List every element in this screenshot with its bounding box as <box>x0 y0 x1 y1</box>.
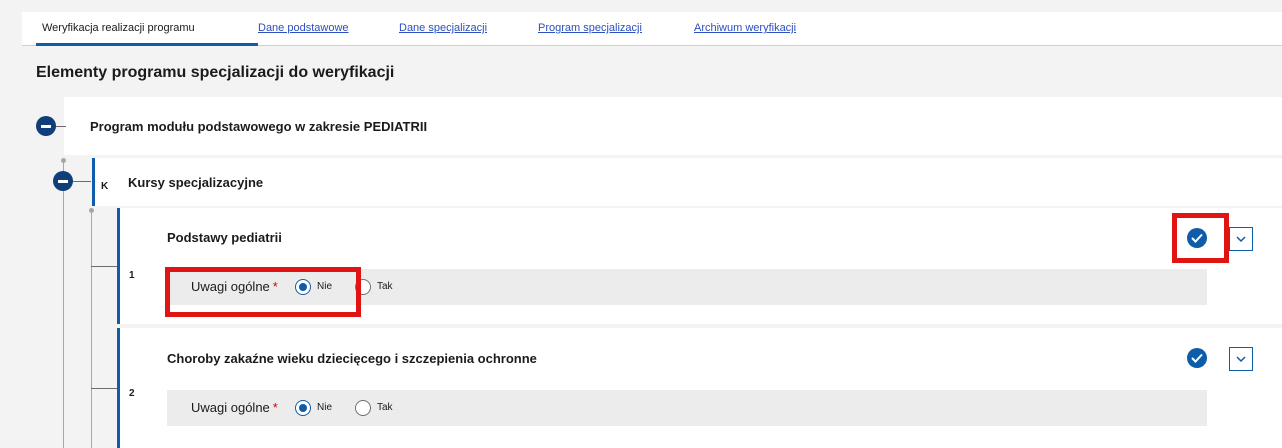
item-card: 2 Choroby zakaźne wieku dziecięcego i sz… <box>117 328 1282 448</box>
highlight-box <box>1172 213 1229 263</box>
item-accent-bar <box>117 328 120 448</box>
tree-line <box>91 210 92 448</box>
collapse-icon[interactable] <box>36 116 56 136</box>
radio-yes-label: Tak <box>377 281 393 292</box>
group-letter: K <box>101 181 109 192</box>
tab-bar: Weryfikacja realizacji programu Dane pod… <box>22 12 1282 46</box>
item-number: 2 <box>129 388 135 399</box>
radio-yes[interactable] <box>355 400 371 416</box>
tab-specialization-data[interactable]: Dane specjalizacji <box>399 22 487 34</box>
tab-basic-data[interactable]: Dane podstawowe <box>258 22 349 34</box>
tree-dot <box>89 208 94 213</box>
item-accent-bar <box>117 208 120 324</box>
tree-connector <box>91 388 117 389</box>
page: Weryfikacja realizacji programu Dane pod… <box>0 0 1282 448</box>
group-accent-bar <box>92 158 95 206</box>
tree-connector <box>56 126 66 127</box>
radio-no-label: Nie <box>317 402 333 413</box>
highlight-box <box>165 267 361 317</box>
group-card: K Kursy specjalizacyjne <box>92 158 1282 206</box>
radio-yes-label: Tak <box>377 402 393 413</box>
radio-no[interactable] <box>295 400 311 416</box>
check-icon <box>1187 348 1207 368</box>
item-number: 1 <box>129 270 135 281</box>
item-title: Choroby zakaźne wieku dziecięcego i szcz… <box>167 351 537 366</box>
tab-verification[interactable]: Weryfikacja realizacji programu <box>42 22 195 34</box>
expand-button[interactable] <box>1229 347 1253 371</box>
module-card: Program modułu podstawowego w zakresie P… <box>64 97 1282 155</box>
page-title: Elementy programu specjalizacji do weryf… <box>36 64 395 81</box>
tree-line <box>63 160 64 448</box>
expand-button[interactable] <box>1229 227 1253 251</box>
required-marker: * <box>272 400 278 415</box>
tree-connector <box>73 181 91 182</box>
collapse-icon[interactable] <box>53 171 73 191</box>
remarks-row: Uwagi ogólne * Nie Tak <box>167 390 1207 426</box>
tab-verification-archive[interactable]: Archiwum weryfikacji <box>694 22 796 34</box>
tree-connector <box>91 266 117 267</box>
module-title: Program modułu podstawowego w zakresie P… <box>90 119 428 134</box>
tree-dot <box>61 158 66 163</box>
active-tab-indicator <box>36 43 258 46</box>
tab-specialization-program[interactable]: Program specjalizacji <box>538 22 642 34</box>
item-title: Podstawy pediatrii <box>167 230 282 245</box>
group-title: Kursy specjalizacyjne <box>128 175 264 190</box>
remarks-label: Uwagi ogólne * <box>191 400 278 415</box>
